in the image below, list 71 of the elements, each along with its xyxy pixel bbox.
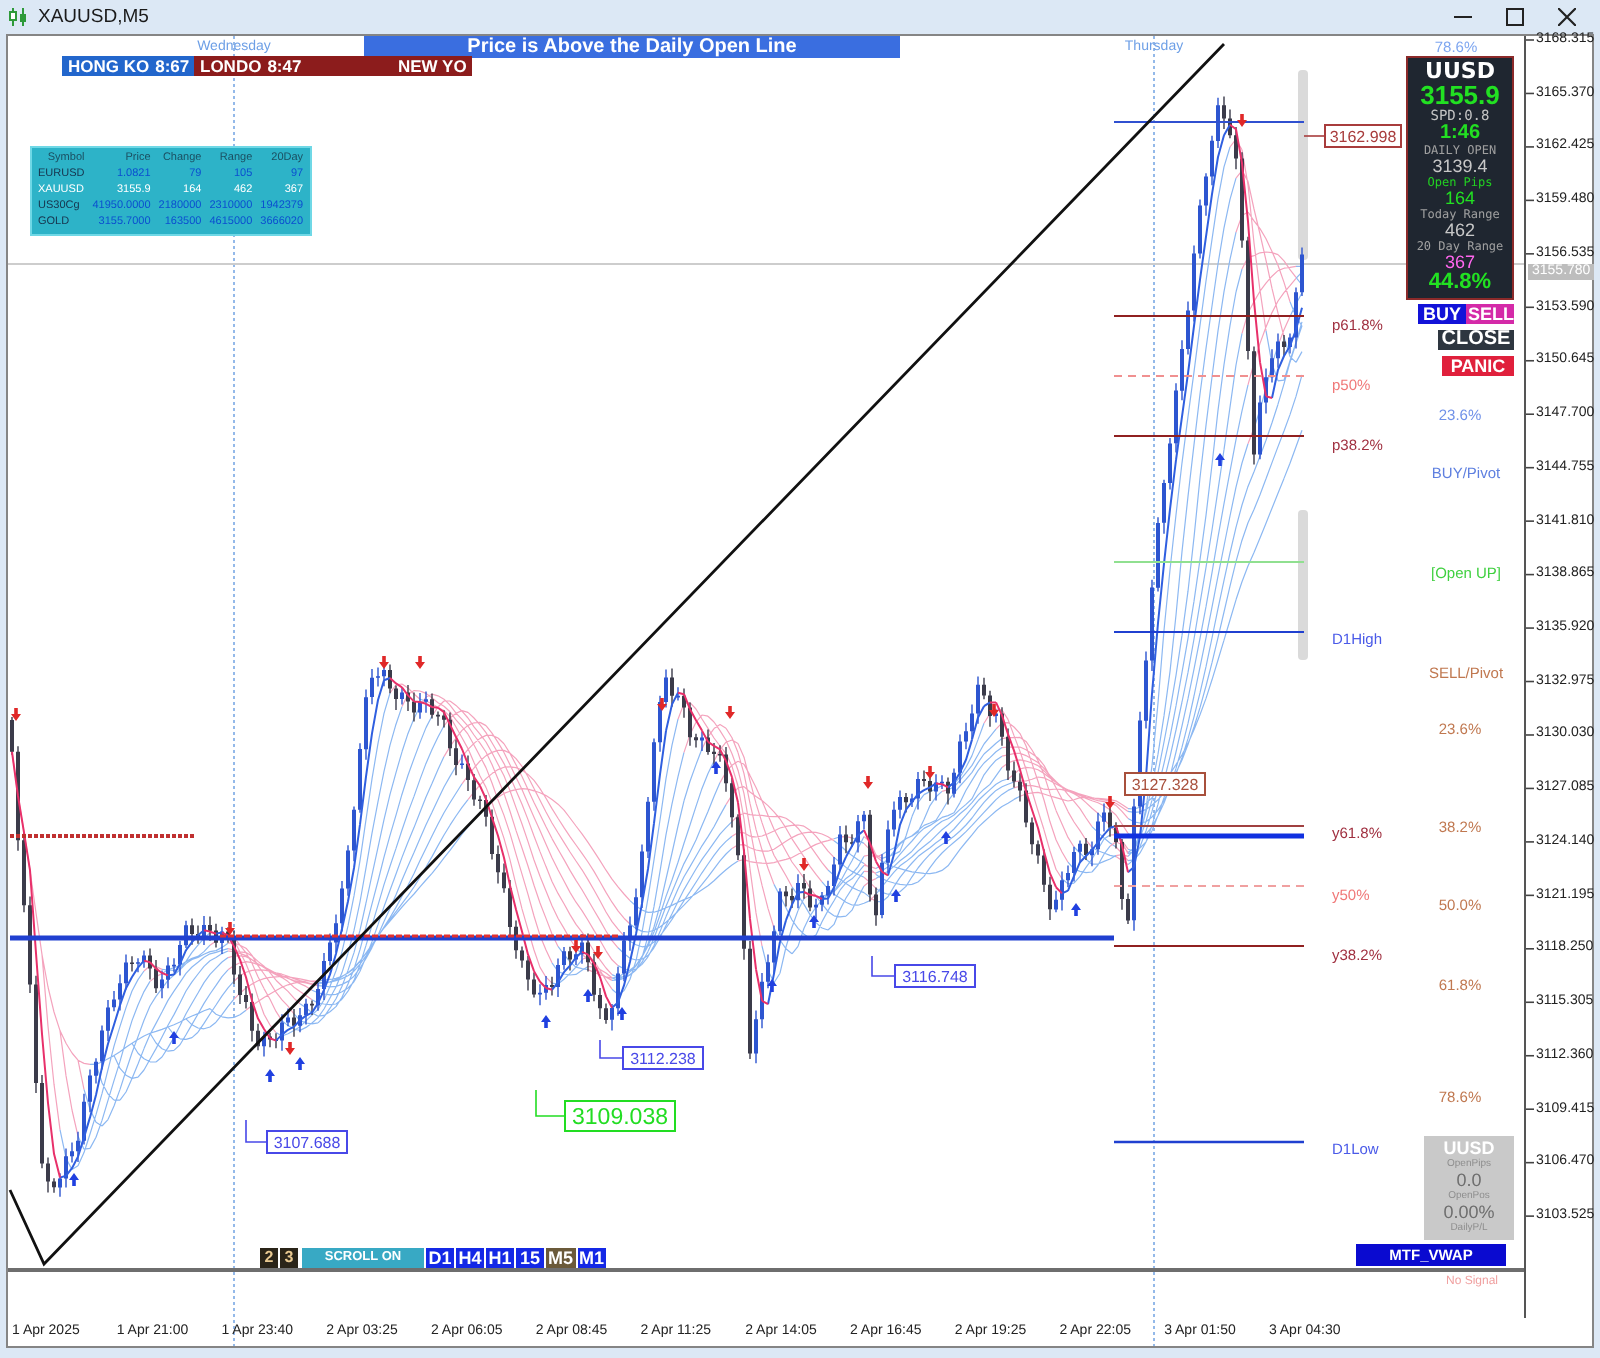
timeframe-button[interactable]: H4 xyxy=(456,1248,484,1268)
up-arrow-icon xyxy=(891,889,901,902)
panel-text: UUSD xyxy=(1425,60,1495,82)
trade-button[interactable]: SELL xyxy=(1466,304,1514,324)
leader-line xyxy=(599,1039,623,1059)
up-arrow-icon xyxy=(941,831,951,844)
price-tag: 3107.688 xyxy=(266,1130,348,1154)
down-arrow-icon xyxy=(657,698,667,711)
session-time: 8:67 xyxy=(155,56,190,76)
down-arrow-icon xyxy=(989,704,999,717)
up-arrow-icon xyxy=(583,989,593,1002)
price-tag: 3109.038 xyxy=(564,1100,676,1132)
down-arrow-icon xyxy=(799,858,809,871)
minimize-icon xyxy=(1453,16,1471,18)
close-icon xyxy=(1557,8,1575,26)
trade-button[interactable]: PANIC xyxy=(1442,356,1514,376)
price-tag: 3116.748 xyxy=(894,964,976,988)
up-arrow-icon xyxy=(69,1173,79,1186)
leader-line xyxy=(871,955,895,977)
down-arrow-icon xyxy=(415,656,425,669)
down-arrow-icon xyxy=(863,776,873,789)
price-tag: 3127.328 xyxy=(1124,772,1206,796)
down-arrow-icon xyxy=(925,766,935,779)
down-arrow-icon xyxy=(11,708,21,721)
timeframe-button[interactable]: M1 xyxy=(577,1248,607,1268)
window-title: XAUUSD,M5 xyxy=(38,6,149,28)
leader-line xyxy=(245,1119,267,1143)
up-arrow-icon xyxy=(1071,903,1081,916)
up-arrow-icon xyxy=(265,1069,275,1082)
up-arrow-icon xyxy=(169,1031,179,1044)
panel-text: 3155.9 xyxy=(1420,82,1500,108)
session-name: NEW YO xyxy=(398,56,467,76)
page-button[interactable]: 2 xyxy=(260,1248,278,1268)
up-arrow-icon xyxy=(1215,453,1225,466)
panel-text: 44.8% xyxy=(1428,272,1492,294)
trade-button[interactable]: BUY xyxy=(1418,304,1466,324)
down-arrow-icon xyxy=(725,706,735,719)
up-arrow-icon xyxy=(295,1057,305,1070)
down-arrow-icon xyxy=(225,922,235,935)
down-arrow-icon xyxy=(1105,796,1115,809)
up-arrow-icon xyxy=(711,761,721,774)
down-arrow-icon xyxy=(1237,114,1247,127)
panel-text: 0.00% xyxy=(1443,1202,1495,1222)
panel-text: 462 xyxy=(1444,222,1476,240)
trade-button[interactable]: CLOSE xyxy=(1438,330,1514,350)
up-arrow-icon xyxy=(541,1015,551,1028)
leader-line xyxy=(1303,135,1325,137)
panel-text: 1:46 xyxy=(1439,124,1480,144)
candlestick-icon xyxy=(8,8,28,26)
maximize-icon xyxy=(1505,8,1523,26)
leader-line xyxy=(535,1089,565,1117)
timeframe-button[interactable]: D1 xyxy=(426,1248,454,1268)
status-banner: Price is Above the Daily Open Line xyxy=(364,36,900,58)
up-arrow-icon xyxy=(617,1007,627,1020)
panel-text: 3139.4 xyxy=(1432,158,1488,176)
panel-text: 164 xyxy=(1444,190,1476,208)
panel-text: 367 xyxy=(1444,254,1476,272)
session-name: LONDO xyxy=(200,56,262,76)
down-arrow-icon xyxy=(285,1042,295,1055)
down-arrow-icon xyxy=(379,656,389,669)
panel-text: 0.0 xyxy=(1456,1170,1482,1190)
up-arrow-icon xyxy=(809,915,819,928)
timeframe-button[interactable]: H1 xyxy=(486,1248,514,1268)
timeframe-button[interactable]: M5 xyxy=(546,1248,576,1268)
up-arrow-icon xyxy=(767,979,777,992)
timeframe-button[interactable]: 15 xyxy=(516,1248,544,1268)
session-time: 8:47 xyxy=(267,56,302,76)
page-button[interactable]: 3 xyxy=(280,1248,298,1268)
price-tag: 3162.998 xyxy=(1324,124,1402,148)
price-tag: 3112.238 xyxy=(622,1046,704,1070)
session-name: HONG KO xyxy=(68,56,150,76)
